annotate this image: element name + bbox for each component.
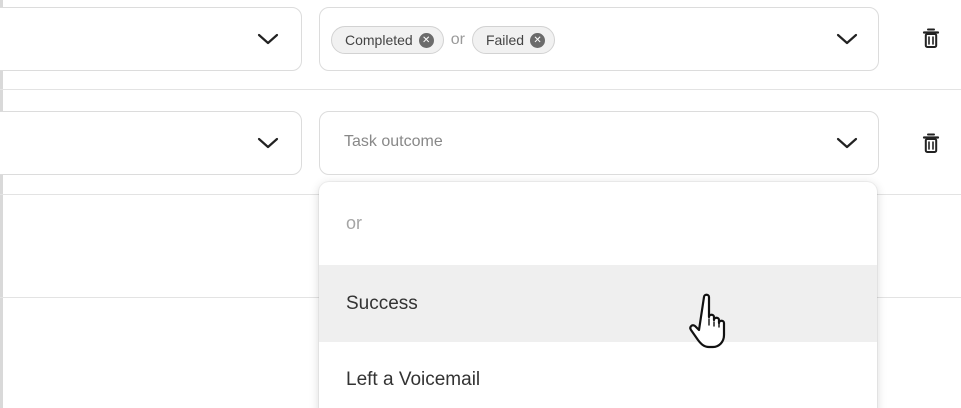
outcome-select-row-2[interactable]: Task outcome [319,111,879,175]
outcome-placeholder: Task outcome [344,133,443,150]
dropdown-option-left-a-voicemail[interactable]: Left a Voicemail [319,342,877,408]
chevron-down-icon[interactable] [257,30,279,48]
trash-icon[interactable] [922,132,940,154]
trash-icon[interactable] [922,27,940,49]
outcome-dropdown-menu: or Success Left a Voicemail [319,182,877,408]
selected-chips: Completed ✕ or Failed ✕ [331,26,556,54]
outcome-select-row-1[interactable]: Completed ✕ or Failed ✕ [319,7,879,71]
filter-builder: Completed ✕ or Failed ✕ Task outcome or … [0,0,961,408]
chip-completed: Completed ✕ [331,26,444,54]
chip-failed: Failed ✕ [471,26,556,54]
dropdown-option-success[interactable]: Success [319,265,877,342]
dropdown-separator-or: or [346,213,363,233]
chevron-down-icon[interactable] [257,134,279,152]
field-select-row-1[interactable] [0,7,302,71]
row-divider [0,89,961,90]
chip-label: Completed [345,32,413,48]
x-circle-icon[interactable]: ✕ [418,32,434,48]
chevron-down-icon[interactable] [836,134,858,152]
hand-pointer-icon [684,289,744,351]
x-circle-icon[interactable]: ✕ [530,32,546,48]
field-select-row-2[interactable] [0,111,302,175]
chevron-down-icon[interactable] [836,30,858,48]
chip-label: Failed [485,32,525,48]
chip-separator: or [450,31,465,48]
